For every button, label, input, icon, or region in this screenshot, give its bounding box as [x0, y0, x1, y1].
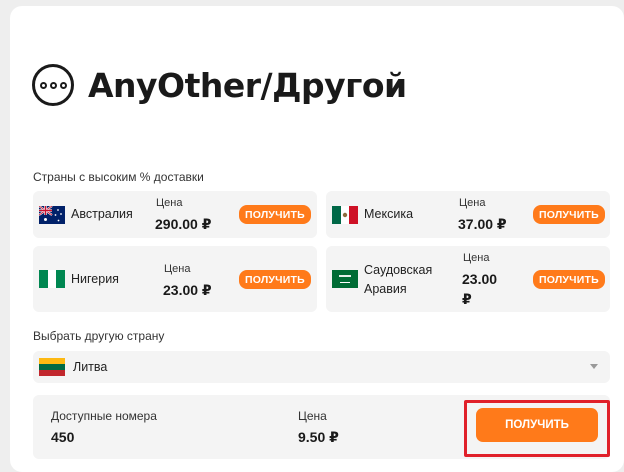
- available-numbers-label: Доступные номера: [51, 409, 157, 423]
- get-number-button[interactable]: ПОЛУЧИТЬ: [239, 270, 311, 289]
- get-number-button[interactable]: ПОЛУЧИТЬ: [533, 270, 605, 289]
- high-delivery-label: Страны с высоким % доставки: [33, 170, 204, 184]
- other-country-label: Выбрать другую страну: [33, 329, 165, 343]
- price-value: 23.00 ₽: [163, 282, 212, 298]
- country-tile-nigeria: Нигерия Цена 23.00 ₽ ПОЛУЧИТЬ: [33, 246, 317, 312]
- country-name: Мексика: [364, 207, 414, 221]
- nigeria-flag-icon: [39, 270, 65, 288]
- country-tile-saudi-arabia: Саудовская Аравия Цена 23.00 ₽ ПОЛУЧИТЬ: [326, 246, 610, 312]
- country-name-line2: Аравия: [364, 282, 407, 296]
- service-header: AnyOther/Другой: [32, 64, 407, 106]
- price-value: 290.00 ₽: [155, 216, 212, 232]
- service-logo-icon: [32, 64, 74, 106]
- price-label: Цена: [156, 197, 183, 209]
- get-number-main-button[interactable]: ПОЛУЧИТЬ: [476, 408, 598, 442]
- page-title: AnyOther/Другой: [88, 65, 407, 105]
- lithuania-flag-icon: [39, 358, 65, 376]
- chevron-down-icon[interactable]: [590, 364, 598, 369]
- available-numbers-value: 450: [51, 429, 75, 445]
- saudi-arabia-flag-icon: [332, 270, 358, 288]
- country-name: Австралия: [71, 207, 133, 221]
- country-select[interactable]: Литва: [33, 351, 610, 383]
- price-label: Цена: [463, 252, 490, 264]
- price-value: 9.50 ₽: [298, 429, 339, 445]
- price-label: Цена: [298, 409, 327, 423]
- country-tile-australia: Австралия Цена 290.00 ₽ ПОЛУЧИТЬ: [33, 191, 317, 238]
- selected-country: Литва: [73, 360, 108, 374]
- country-name: Нигерия: [71, 272, 119, 286]
- price-label: Цена: [164, 263, 191, 275]
- country-tile-mexico: Мексика Цена 37.00 ₽ ПОЛУЧИТЬ: [326, 191, 610, 238]
- price-value: 37.00 ₽: [458, 216, 507, 232]
- price-label: Цена: [459, 197, 486, 209]
- get-number-button[interactable]: ПОЛУЧИТЬ: [533, 205, 605, 224]
- price-value-line2: ₽: [462, 291, 472, 307]
- price-value-line1: 23.00: [462, 271, 498, 287]
- mexico-flag-icon: [332, 205, 358, 224]
- get-number-button[interactable]: ПОЛУЧИТЬ: [239, 205, 311, 224]
- country-name-line1: Саудовская: [364, 263, 433, 277]
- australia-flag-icon: [39, 205, 65, 224]
